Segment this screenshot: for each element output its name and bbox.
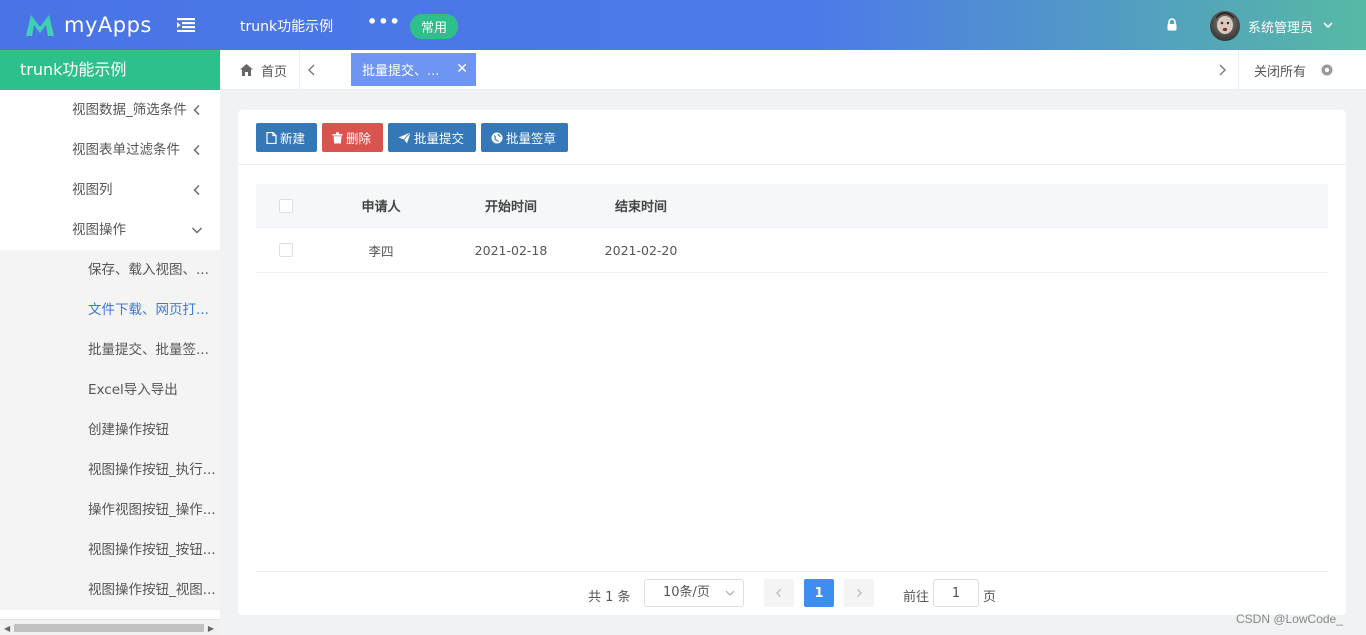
data-table: 申请人 开始时间 结束时间 李四 2021-02-18 2021-02-20 — [256, 184, 1328, 273]
new-button-label: 新建 — [280, 131, 306, 146]
sidebar-subitem[interactable]: 文件下载、网页打... — [0, 290, 220, 330]
content-card: 新建 删除 批量提交 批量签章 申请人 开始时间 结束时间 李四 2021-02… — [238, 110, 1346, 615]
top-app-name[interactable]: trunk功能示例 — [240, 16, 333, 36]
sidebar: trunk功能示例 视图数据_筛选条件 视图表单过滤条件 视图列视图操作 保存、载入… — [0, 50, 220, 635]
sidebar-item[interactable]: 视图操作 — [0, 210, 220, 250]
row-checkbox[interactable] — [279, 243, 293, 257]
col-header-start-time[interactable]: 开始时间 — [446, 196, 576, 215]
toolbar-divider — [238, 164, 1346, 165]
tab-home-label: 首页 — [261, 64, 288, 80]
chevron-left-icon — [193, 185, 200, 195]
more-apps-button[interactable]: ••• — [367, 12, 401, 31]
table-header-row: 申请人 开始时间 结束时间 — [256, 184, 1328, 228]
avatar[interactable] — [1210, 11, 1240, 41]
cell-end-time: 2021-02-20 — [604, 242, 678, 258]
pagination: 共 1 条 10条/页 1 前往 页 — [238, 579, 1346, 609]
cell-start-time: 2021-02-18 — [474, 242, 548, 258]
new-button[interactable]: 新建 — [256, 123, 318, 152]
goto-label: 前往 — [903, 590, 930, 605]
file-icon — [266, 131, 277, 144]
goto-page-input[interactable] — [933, 579, 979, 607]
sidebar-header: trunk功能示例 — [0, 50, 220, 90]
watermark: CSDN @LowCode_ — [1236, 612, 1343, 626]
home-icon — [240, 64, 253, 76]
scrollbar-thumb[interactable] — [14, 624, 204, 632]
sidebar-subitem[interactable]: 视图操作按钮_视图... — [0, 570, 220, 610]
chevron-left-icon — [193, 145, 200, 155]
tabs-prev-icon[interactable] — [304, 62, 320, 78]
sidebar-subitem[interactable]: 视图操作按钮_执行... — [0, 450, 220, 490]
page-suffix-label: 页 — [983, 590, 997, 605]
trash-icon — [332, 131, 343, 143]
chevron-down-icon[interactable] — [1322, 19, 1334, 31]
col-header-applicant[interactable]: 申请人 — [316, 196, 446, 215]
next-page-button[interactable] — [844, 579, 874, 607]
user-name[interactable]: 系统管理员 — [1248, 17, 1313, 36]
menu-toggle-icon[interactable] — [177, 18, 195, 32]
cell-applicant: 李四 — [368, 243, 394, 259]
batch-submit-label: 批量提交 — [414, 131, 465, 146]
sidebar-item[interactable]: 视图列 — [0, 170, 220, 210]
chevron-left-icon — [193, 105, 200, 115]
gear-icon — [1321, 64, 1333, 76]
action-toolbar: 新建 删除 批量提交 批量签章 — [256, 123, 569, 152]
logo-m-icon — [26, 15, 54, 36]
chevron-down-icon — [192, 227, 202, 234]
avatar-face-icon — [1216, 12, 1234, 34]
sidebar-subitem[interactable]: 操作视图按钮_操作... — [0, 490, 220, 530]
sidebar-item[interactable]: 视图数据_筛选条件 — [0, 90, 220, 130]
tab-batch-submit[interactable]: 批量提交、... ✕ — [351, 53, 476, 86]
tabs-next-icon[interactable] — [1214, 62, 1230, 78]
sidebar-subitem[interactable]: Excel导入导出 — [0, 370, 220, 410]
sidebar-scrollbar[interactable]: ◀ ▶ — [0, 619, 220, 635]
chevron-left-icon — [776, 589, 781, 597]
sidebar-item-label: 视图表单过滤条件 — [72, 142, 180, 158]
pagination-total: 共 1 条 — [588, 590, 631, 605]
table-body: 李四 2021-02-18 2021-02-20 — [256, 228, 1328, 273]
page-size-value: 10条/页 — [663, 585, 710, 600]
batch-sign-button[interactable]: 批量签章 — [481, 123, 569, 152]
prev-page-button[interactable] — [764, 579, 794, 607]
sidebar-item-label: 视图操作 — [72, 222, 126, 238]
sidebar-subitem[interactable]: 创建操作按钮 — [0, 410, 220, 450]
scroll-right-icon[interactable]: ▶ — [208, 624, 214, 633]
batch-submit-button[interactable]: 批量提交 — [388, 123, 477, 152]
table-bottom-divider — [256, 571, 1328, 572]
close-all-label: 关闭所有 — [1254, 64, 1307, 80]
delete-button[interactable]: 删除 — [322, 123, 384, 152]
globe-icon — [491, 132, 503, 143]
sidebar-submenu: 保存、载入视图、... 文件下载、网页打... 批量提交、批量签... Excel导入… — [0, 250, 220, 610]
logo-text: myApps — [64, 13, 152, 37]
table-row[interactable]: 李四 2021-02-18 2021-02-20 — [256, 228, 1328, 273]
sidebar-subitem[interactable]: 批量提交、批量签... — [0, 330, 220, 370]
page-size-select[interactable]: 10条/页 — [644, 579, 744, 607]
tab-home[interactable]: 首页 — [220, 50, 300, 90]
page-number-current[interactable]: 1 — [804, 579, 834, 607]
batch-sign-label: 批量签章 — [506, 131, 557, 146]
delete-button-label: 删除 — [346, 131, 372, 146]
favorite-tag[interactable]: 常用 — [410, 14, 459, 39]
col-header-end-time[interactable]: 结束时间 — [576, 196, 706, 215]
lock-icon[interactable] — [1166, 18, 1178, 31]
tabs-bar: 首页 批量提交、... ✕ 关闭所有 — [220, 50, 1366, 90]
sidebar-item-label: 视图数据_筛选条件 — [72, 102, 187, 118]
scroll-left-icon[interactable]: ◀ — [4, 624, 10, 633]
sidebar-subitem[interactable]: 保存、载入视图、... — [0, 250, 220, 290]
close-icon[interactable]: ✕ — [456, 61, 468, 77]
select-all-checkbox[interactable] — [279, 198, 293, 213]
sidebar-menu: 视图数据_筛选条件 视图表单过滤条件 视图列视图操作 — [0, 90, 220, 250]
close-all-tabs-button[interactable]: 关闭所有 — [1238, 50, 1366, 90]
chevron-right-icon — [857, 589, 862, 597]
tab-active-label: 批量提交、... — [362, 64, 440, 79]
sidebar-item-label: 视图列 — [72, 182, 113, 198]
app-logo[interactable]: myApps — [24, 12, 152, 38]
chevron-down-icon — [725, 590, 735, 596]
sidebar-item[interactable]: 视图表单过滤条件 — [0, 130, 220, 170]
send-icon — [398, 131, 411, 143]
sidebar-subitem[interactable]: 视图操作按钮_按钮... — [0, 530, 220, 570]
top-navbar: myApps trunk功能示例 ••• 常用 系统管理员 — [0, 0, 1366, 50]
